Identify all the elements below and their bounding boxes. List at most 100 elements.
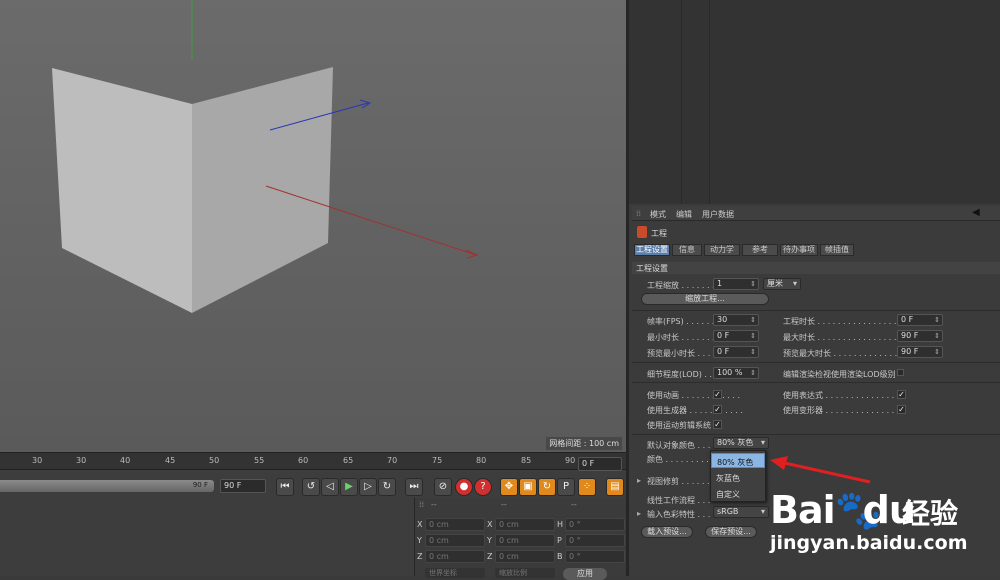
go-to-start-button[interactable]: ⏮ (276, 478, 294, 496)
previous-frame-button[interactable]: ◁ (321, 478, 339, 496)
expand-arrow-icon[interactable]: ▸ (637, 509, 641, 518)
project-icon (637, 226, 647, 238)
position-z-field[interactable]: 0 cm (425, 550, 485, 563)
record-icon[interactable]: ● (455, 478, 473, 496)
size-z-field[interactable]: 0 cm (495, 550, 555, 563)
go-to-end-button[interactable]: ⏭ (405, 478, 423, 496)
next-key-button[interactable]: ↻ (378, 478, 396, 496)
default-color-select[interactable]: 80% 灰色 (713, 437, 769, 449)
object-manager-panel[interactable] (626, 0, 1000, 204)
autokey-icon[interactable]: ? (474, 478, 492, 496)
fps-field[interactable]: 30 (713, 314, 759, 326)
tab-info[interactable]: 信息 (672, 244, 702, 256)
position-x-field[interactable]: 0 cm (425, 518, 485, 531)
tab-todo[interactable]: 待办事项 (780, 244, 818, 256)
viewport-scene (52, 0, 479, 313)
timeline-ruler[interactable]: 30 30 40 45 50 55 60 65 70 75 80 85 90 (0, 452, 626, 470)
divider (632, 362, 1000, 363)
previous-key-button[interactable]: ↺ (302, 478, 320, 496)
coords-header: -- (571, 500, 577, 509)
preview-max-field[interactable]: 90 F (897, 346, 943, 358)
preview-min-field[interactable]: 0 F (713, 346, 759, 358)
axis-label: Z (487, 552, 493, 561)
tick-label: 30 (76, 456, 87, 465)
max-time-field[interactable]: 90 F (897, 330, 943, 342)
tab-dynamics[interactable]: 动力学 (704, 244, 740, 256)
menu-mode[interactable]: 模式 (650, 209, 666, 220)
tick-label: 70 (387, 456, 398, 465)
rotation-b-field[interactable]: 0 ° (565, 550, 625, 563)
use-generators-label: 使用生成器 . . . . . . . . . . . (647, 406, 743, 415)
menu-item-gray-blue[interactable]: 灰蓝色 (711, 470, 765, 485)
use-generators-checkbox[interactable]: ✓ (713, 405, 722, 414)
input-color-profile-select[interactable]: sRGB (713, 506, 769, 518)
rotation-h-field[interactable]: 0 ° (565, 518, 625, 531)
tab-reference[interactable]: 参考 (742, 244, 778, 256)
rotate-key-icon[interactable]: ↻ (538, 478, 556, 496)
grid-spacing-label: 网格间距 : 100 cm (546, 437, 622, 450)
3d-viewport[interactable]: 网格间距 : 100 cm (0, 0, 626, 452)
axis-label: B (557, 552, 563, 561)
lod-field[interactable]: 100 % (713, 367, 759, 379)
grip-icon: ⁞⁞ (419, 500, 425, 509)
move-key-icon[interactable]: ✥ (500, 478, 518, 496)
menu-item-custom[interactable]: 自定义 (711, 486, 765, 501)
project-scale-field[interactable]: 1 (713, 278, 759, 290)
position-y-field[interactable]: 0 cm (425, 534, 485, 547)
current-frame-field[interactable]: 0 F (578, 457, 622, 471)
use-deformers-checkbox[interactable]: ✓ (897, 405, 906, 414)
expand-arrow-icon[interactable]: ▸ (637, 476, 641, 485)
scale-mode-select[interactable]: 缩放比例 (495, 568, 555, 578)
scale-key-icon[interactable]: ▣ (519, 478, 537, 496)
max-time-label: 最大时长 . . . . . . . . . . . . . . . . . (783, 333, 902, 342)
tick-label: 60 (298, 456, 309, 465)
cube-right-face (192, 67, 333, 313)
input-color-profile-label: 输入色彩特性 . . . (647, 510, 711, 519)
attribute-menubar: ⁞⁞ 模式 编辑 用户数据 ◀ (632, 206, 1000, 221)
project-time-field[interactable]: 0 F (897, 314, 943, 326)
coord-mode-select[interactable]: 世界坐标 (425, 568, 485, 578)
load-preset-button[interactable]: 载入预设... (641, 526, 693, 538)
min-time-field[interactable]: 0 F (713, 330, 759, 342)
project-title: 工程 (651, 229, 667, 238)
axis-label: Y (487, 536, 492, 545)
preview-max-label: 预览最大时长 . . . . . . . . . . . . . (783, 349, 898, 358)
axis-label: X (417, 520, 423, 529)
film-icon[interactable]: ▤ (606, 478, 624, 496)
param-key-icon[interactable]: P (557, 478, 575, 496)
divider (632, 310, 1000, 311)
tick-label: 85 (521, 456, 532, 465)
menu-item-80-gray[interactable]: 80% 灰色 (711, 453, 765, 468)
project-unit-select[interactable]: 厘米 (763, 278, 801, 290)
use-expressions-checkbox[interactable]: ✓ (897, 390, 906, 399)
tab-project-settings[interactable]: 工程设置 (634, 244, 670, 256)
size-x-field[interactable]: 0 cm (495, 518, 555, 531)
next-frame-button[interactable]: ▷ (359, 478, 377, 496)
preview-range-slider[interactable]: 90 F (0, 480, 214, 492)
menu-user-data[interactable]: 用户数据 (702, 209, 734, 220)
save-preset-button[interactable]: 保存预设... (705, 526, 757, 538)
size-y-field[interactable]: 0 cm (495, 534, 555, 547)
render-lod-checkbox[interactable] (897, 369, 904, 376)
axis-label: X (487, 520, 493, 529)
preview-min-label: 预览最小时长 . . . (647, 349, 711, 358)
rotation-p-field[interactable]: 0 ° (565, 534, 625, 547)
autokey-disabled-icon[interactable]: ⊘ (434, 478, 452, 496)
tick-label: 65 (343, 456, 354, 465)
apply-button[interactable]: 应用 (563, 568, 607, 580)
column-divider (709, 0, 710, 204)
scale-project-button[interactable]: 缩放工程... (641, 293, 769, 305)
back-arrow-icon[interactable]: ◀ (972, 207, 980, 218)
use-motion-system-checkbox[interactable]: ✓ (713, 420, 722, 429)
axis-label: Z (417, 552, 423, 561)
divider (632, 382, 1000, 383)
tab-key-interpolation[interactable]: 帧插值 (820, 244, 854, 256)
tick-label: 50 (209, 456, 220, 465)
pla-key-icon[interactable]: ⁘ (578, 478, 596, 496)
menu-edit[interactable]: 编辑 (676, 209, 692, 220)
cube-left-face (52, 68, 192, 313)
play-button[interactable]: ▶ (340, 478, 358, 496)
axis-label: H (557, 520, 564, 529)
use-animation-checkbox[interactable]: ✓ (713, 390, 722, 399)
range-end-field[interactable]: 90 F (220, 479, 266, 493)
